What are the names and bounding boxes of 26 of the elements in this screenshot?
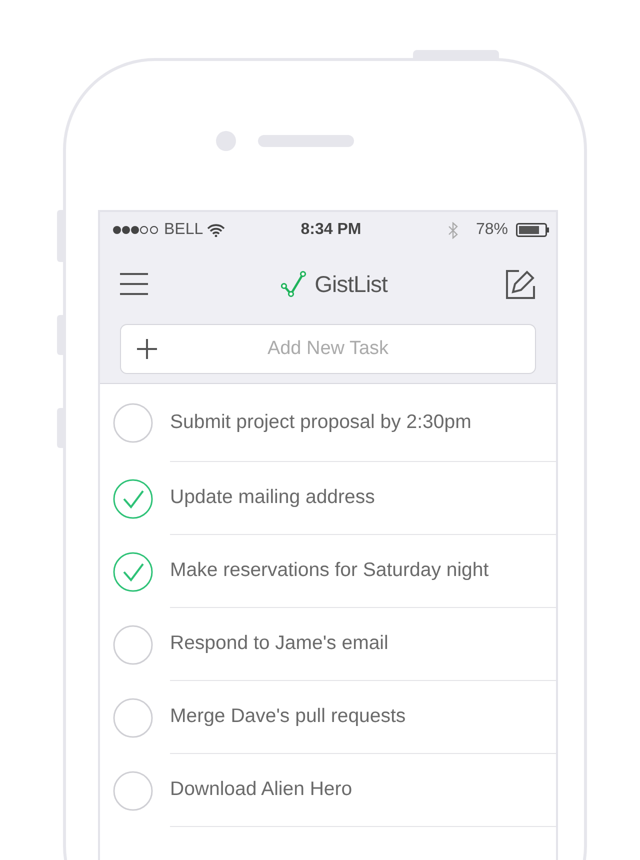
checkbox[interactable] (113, 403, 153, 443)
checkbox[interactable] (113, 624, 153, 664)
compose-icon[interactable] (506, 269, 536, 299)
task-label: Update mailing address (170, 462, 556, 535)
battery-icon (516, 223, 550, 237)
carrier-name: BELL (164, 220, 204, 240)
task-label: Respond to Jame's email (170, 608, 556, 681)
signal-icon (112, 225, 160, 235)
task-label: Make reservations for Saturday night (170, 535, 556, 608)
menu-icon[interactable] (120, 273, 148, 295)
task-label: Submit project proposal by 2:30pm (170, 384, 556, 462)
plus-icon (136, 338, 158, 360)
bluetooth-icon (448, 222, 458, 238)
checkbox[interactable] (113, 770, 153, 810)
add-task-field[interactable]: Add New Task (120, 324, 536, 374)
checkbox[interactable] (113, 698, 153, 738)
app-title: GistList (314, 270, 388, 299)
battery-percent: 78% (476, 220, 508, 240)
camera (216, 131, 236, 151)
checked-checkbox[interactable] (113, 552, 153, 592)
checkmark-logo-icon (280, 270, 307, 298)
task-label: Download Alien Hero (170, 754, 556, 827)
time: 8:34 PM (300, 221, 362, 238)
checked-checkbox[interactable] (113, 478, 153, 518)
task-label: Merge Dave's pull requests (170, 681, 556, 754)
wifi-icon (207, 224, 226, 236)
